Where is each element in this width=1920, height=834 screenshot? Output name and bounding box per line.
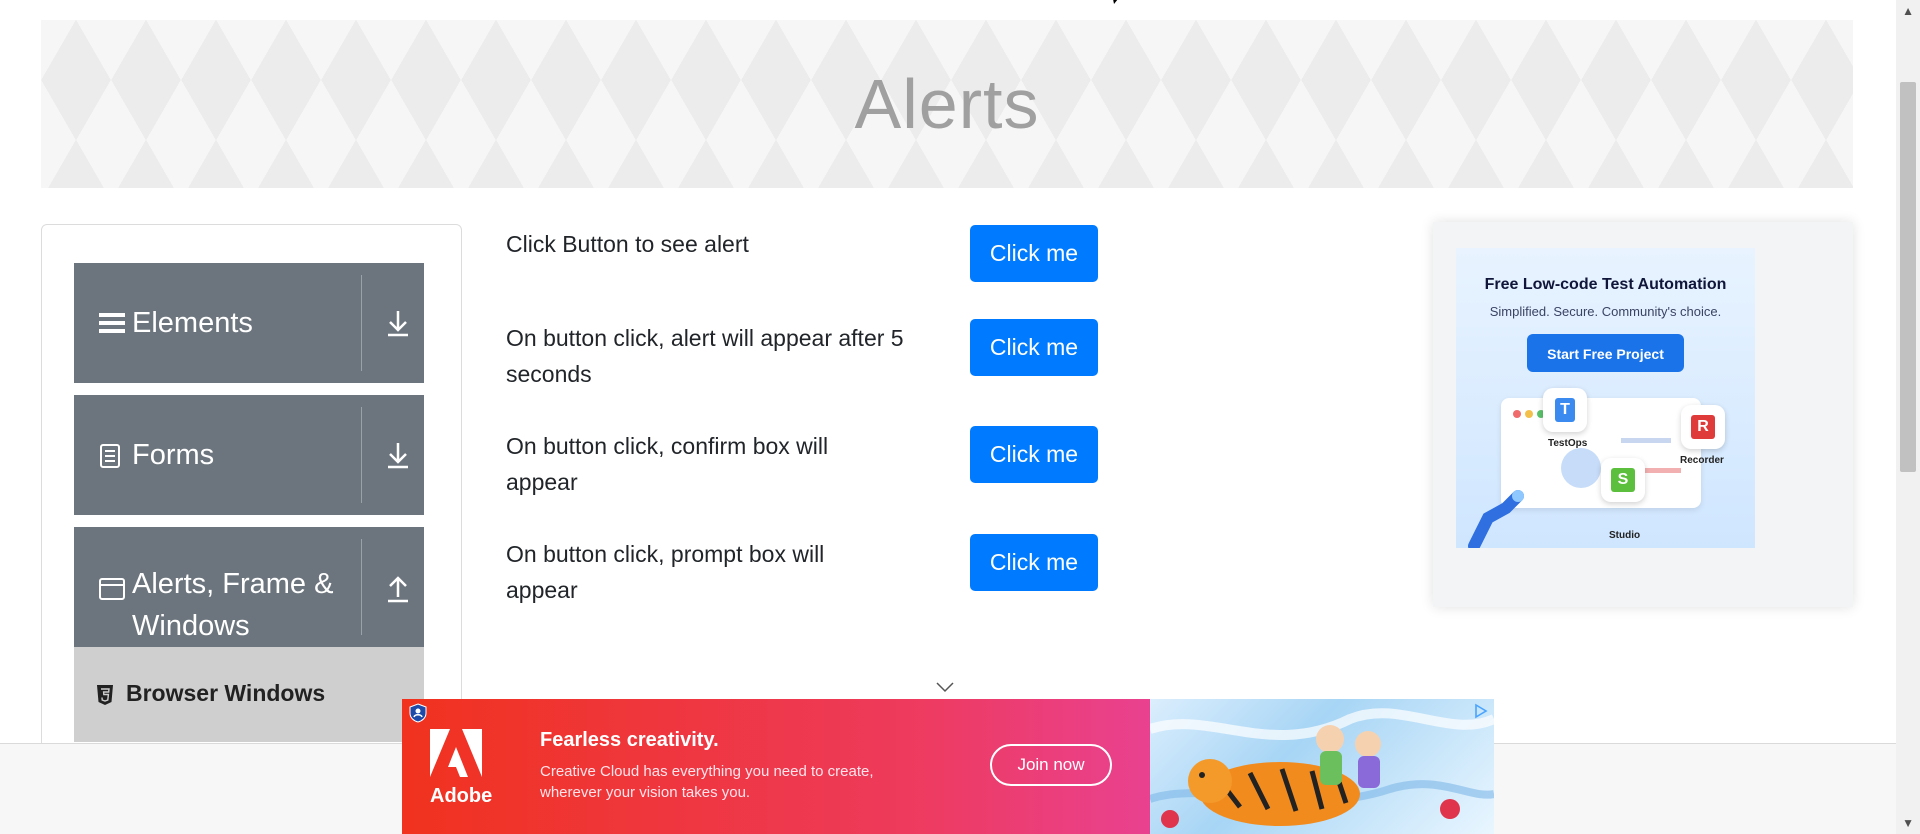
confirm-description-line1: On button click, confirm box will: [506, 433, 829, 459]
join-now-button[interactable]: Join now: [990, 744, 1112, 786]
alert-description: Click Button to see alert: [506, 231, 749, 257]
page-scrollbar[interactable]: ▲ ▼: [1896, 0, 1920, 834]
alert-row-1: Click Button to see alert: [506, 226, 946, 262]
page-header-banner: Alerts: [41, 20, 1853, 188]
scrollbar-thumb[interactable]: [1900, 82, 1916, 472]
page-title: Alerts: [854, 65, 1040, 143]
document-icon: [100, 444, 120, 468]
alert-row-2: On button click, alert will appear after…: [506, 320, 946, 392]
sidebar-item-label: Browser Windows: [126, 680, 326, 706]
studio-app-icon: S: [1601, 458, 1645, 502]
sidebar-group-label-line1: Alerts, Frame &: [132, 568, 334, 600]
html5-icon: [97, 685, 113, 705]
confirm-button[interactable]: Click me: [970, 426, 1098, 483]
ad-illustration: [1150, 699, 1494, 834]
adobe-brand-text: Adobe: [430, 785, 493, 807]
sidebar-group-label-line2: Windows: [132, 610, 250, 642]
ad-right-creative[interactable]: Free Low-code Test Automation Simplified…: [1456, 248, 1755, 548]
timer-alert-description-line2: seconds: [506, 361, 592, 387]
ad-body: Creative Cloud has everything you need t…: [540, 761, 940, 803]
sidebar: Elements Forms Alerts, Frame & Windows B…: [41, 224, 462, 786]
divider: [361, 275, 362, 371]
ad-body-line2: wherever your vision takes you.: [540, 784, 751, 801]
ad-right[interactable]: Free Low-code Test Automation Simplified…: [1433, 222, 1853, 607]
recorder-label: Recorder: [1680, 455, 1724, 466]
mouse-cursor-icon: [1113, 0, 1118, 4]
robot-arm-illustration: [1468, 490, 1524, 548]
sidebar-group-alerts-frame-windows[interactable]: Alerts, Frame & Windows: [74, 527, 424, 647]
timer-alert-button[interactable]: Click me: [970, 319, 1098, 376]
testops-label: TestOps: [1548, 438, 1588, 449]
sidebar-item-browser-windows[interactable]: Browser Windows: [74, 647, 424, 742]
recorder-app-icon: R: [1681, 405, 1725, 449]
testops-app-icon: T: [1543, 388, 1587, 432]
window-icon: [99, 578, 125, 600]
divider: [361, 539, 362, 635]
ad-subtitle: Simplified. Secure. Community's choice.: [1489, 304, 1722, 319]
ad-start-free-project-button[interactable]: Start Free Project: [1527, 334, 1684, 372]
prompt-description-line1: On button click, prompt box will: [506, 541, 825, 567]
adchoices-icon[interactable]: [1472, 703, 1488, 719]
scroll-down-arrow-icon[interactable]: ▼: [1902, 816, 1914, 830]
sidebar-group-label: Forms: [132, 439, 215, 471]
prompt-description-line2: appear: [506, 577, 578, 603]
privacy-shield-icon[interactable]: [408, 703, 428, 723]
sidebar-group-forms[interactable]: Forms: [74, 395, 424, 515]
hamburger-icon: [99, 313, 125, 333]
scroll-up-arrow-icon[interactable]: ▲: [1902, 4, 1914, 18]
ad-body-line1: Creative Cloud has everything you need t…: [540, 763, 874, 780]
ad-title: Free Low-code Test Automation: [1484, 276, 1727, 293]
chevron-down-icon[interactable]: [935, 680, 955, 694]
divider: [361, 407, 362, 503]
upload-arrow-icon[interactable]: [372, 567, 424, 607]
sidebar-group-elements[interactable]: Elements: [74, 263, 424, 383]
prompt-button[interactable]: Click me: [970, 534, 1098, 591]
download-arrow-icon[interactable]: [372, 435, 424, 475]
ad-headline: Fearless creativity.: [540, 729, 719, 751]
timer-alert-description-line1: On button click, alert will appear after…: [506, 325, 904, 351]
alert-row-4: On button click, prompt box will appear: [506, 536, 946, 608]
studio-label: Studio: [1609, 530, 1641, 541]
confirm-description-line2: appear: [506, 469, 578, 495]
download-arrow-icon[interactable]: [372, 303, 424, 343]
alert-button[interactable]: Click me: [970, 225, 1098, 282]
tiger-illustration: [1150, 708, 1494, 828]
sidebar-group-label: Elements: [132, 307, 253, 339]
alert-row-3: On button click, confirm box will appear: [506, 428, 946, 500]
ad-bottom-banner[interactable]: Adobe Fearless creativity. Creative Clou…: [402, 699, 1494, 834]
